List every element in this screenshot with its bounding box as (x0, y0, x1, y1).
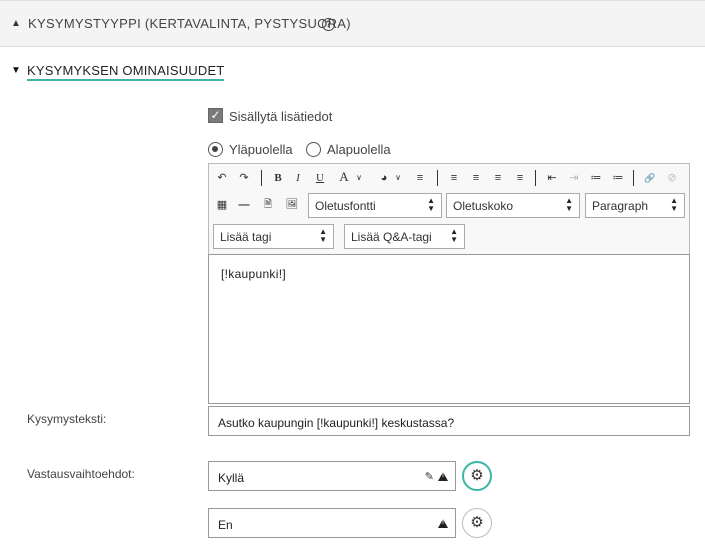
tag-icon: ✎ (424, 471, 434, 483)
add-qa-tag-select[interactable]: Lisää Q&A-tagi ▲ ▼ (344, 224, 465, 249)
question-text-input[interactable]: Asutko kaupungin [!kaupunki!] keskustass… (208, 406, 690, 436)
question-text-label: Kysymysteksti: (27, 412, 107, 426)
settings-button[interactable]: ⚙ (462, 508, 492, 538)
redo-icon[interactable]: ↷ (237, 171, 251, 185)
justify-icon[interactable]: ≡ (513, 171, 527, 185)
spinner-arrows-icon: ▲ ▼ (319, 227, 327, 244)
italic-icon[interactable]: I (291, 171, 305, 185)
undo-icon[interactable]: ↶ (215, 171, 229, 185)
bullet-list-icon[interactable]: ≔ (611, 171, 625, 185)
align-center-icon[interactable]: ≡ (469, 171, 483, 185)
numbered-list-icon[interactable]: ≔ (589, 171, 603, 185)
editor-toolbar: ↶ ↷ B I U A ∨ ◕ ∨ ≡ ≡ ≡ ≡ ≡ ⇤ ⇥ ≔ ≔ 🔗 ⊘ … (208, 163, 690, 254)
spinner-arrows-icon: ▲ ▼ (450, 227, 458, 244)
radio-below[interactable] (306, 142, 321, 157)
answer-option-input-2[interactable]: En (208, 508, 456, 538)
warning-icon (438, 472, 448, 481)
link-icon[interactable]: 🔗 (643, 171, 657, 185)
image-icon[interactable]: 🖼 (285, 198, 299, 212)
horizontal-rule-icon[interactable]: — (237, 198, 251, 212)
remove-format-icon[interactable]: ≡ (413, 171, 427, 185)
radio-above-label: Yläpuolella (229, 142, 293, 157)
bold-icon[interactable]: B (271, 171, 285, 185)
unlink-icon[interactable]: ⊘ (665, 171, 679, 185)
editor-content-text: [!kaupunki!] (221, 267, 286, 281)
section-question-type-title: KYSYMYSTYYPPI (KERTAVALINTA, PYSTYSUORA) (28, 16, 351, 31)
section-properties-title: KYSYMYKSEN OMINAISUUDET (27, 63, 225, 81)
block-format-select[interactable]: Paragraph ▲ ▼ (585, 193, 685, 218)
align-right-icon[interactable]: ≡ (491, 171, 505, 185)
collapse-arrow-icon: ▲ (11, 18, 21, 29)
spinner-arrows-icon: ▲ ▼ (565, 196, 573, 213)
include-details-label: Sisällytä lisätiedot (229, 109, 333, 124)
section-question-type-header[interactable]: ▲ KYSYMYSTYYPPI (KERTAVALINTA, PYSTYSUOR… (0, 0, 705, 47)
chevron-down-icon[interactable]: ∨ (393, 171, 403, 185)
indent-icon[interactable]: ⇥ (567, 171, 581, 185)
expand-arrow-icon: ▼ (11, 65, 21, 76)
chevron-down-icon[interactable]: ∨ (354, 171, 364, 185)
table-icon[interactable]: ▦ (215, 198, 229, 212)
answer-option-input-1[interactable]: Kyllä ✎ (208, 461, 456, 491)
bg-color-icon[interactable]: ◕ (377, 171, 391, 185)
add-tag-select[interactable]: Lisää tagi ▲ ▼ (213, 224, 334, 249)
spinner-arrows-icon: ▲ ▼ (427, 196, 435, 213)
editor-content-area[interactable]: [!kaupunki!] (208, 254, 690, 404)
section-properties-header[interactable]: ▼ KYSYMYKSEN OMINAISUUDET (0, 48, 705, 88)
font-size-select[interactable]: Oletuskoko ▲ ▼ (446, 193, 580, 218)
help-icon[interactable]: ? (322, 18, 335, 31)
font-family-select[interactable]: Oletusfontti ▲ ▼ (308, 193, 442, 218)
radio-below-label: Alapuolella (327, 142, 391, 157)
spinner-arrows-icon: ▲ ▼ (670, 196, 678, 213)
answer-options-label: Vastausvaihtoehdot: (27, 467, 135, 481)
include-details-checkbox[interactable]: ✓ (208, 108, 223, 123)
font-color-icon[interactable]: A (337, 170, 351, 184)
warning-icon (438, 519, 448, 528)
document-icon[interactable]: 🗎 (261, 198, 275, 212)
settings-button[interactable]: ⚙ (462, 461, 492, 491)
underline-icon[interactable]: U (313, 171, 327, 185)
outdent-icon[interactable]: ⇤ (545, 171, 559, 185)
align-left-icon[interactable]: ≡ (447, 171, 461, 185)
radio-above[interactable] (208, 142, 223, 157)
